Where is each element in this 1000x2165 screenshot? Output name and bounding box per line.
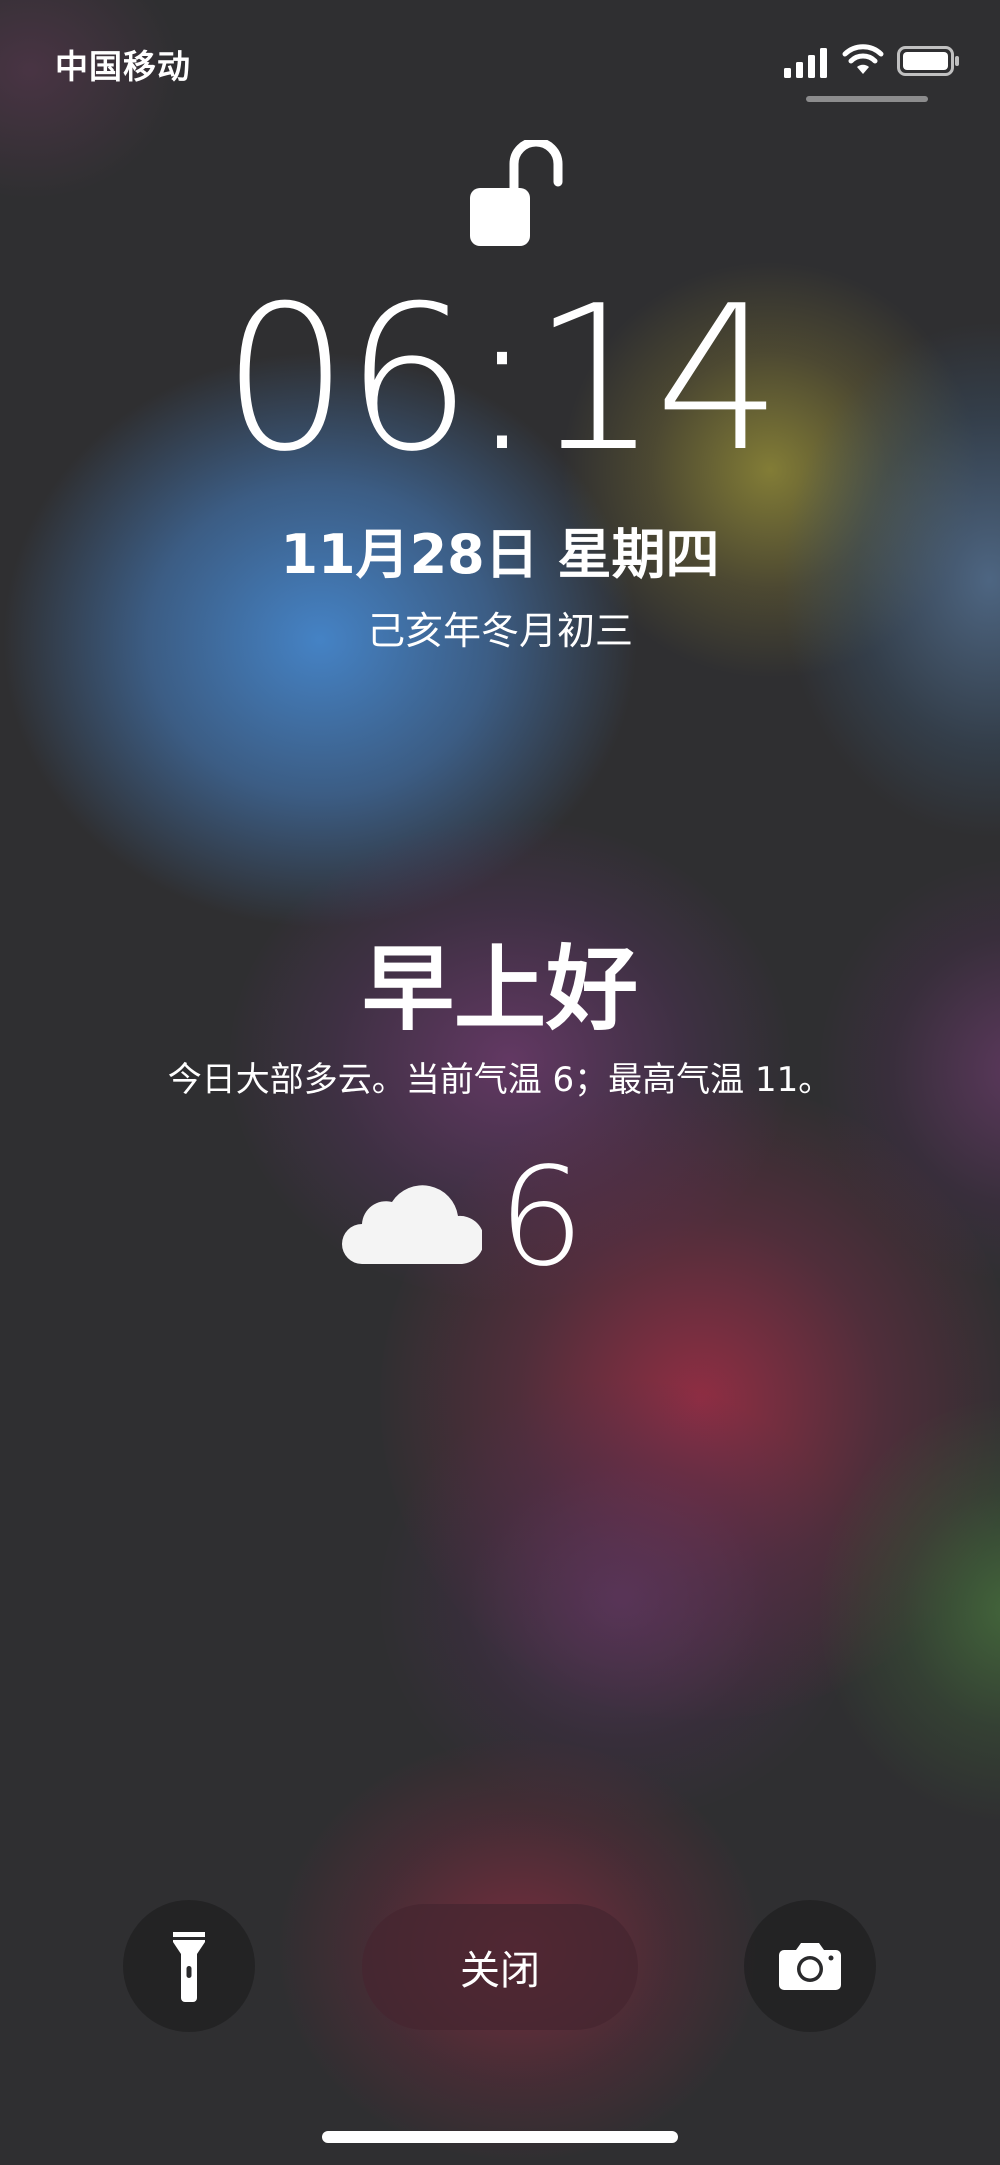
- wifi-icon: [842, 44, 884, 74]
- weather-greeting: 早上好: [361, 936, 638, 1043]
- close-button[interactable]: 关闭: [362, 1904, 638, 2030]
- current-temperature: 6: [498, 1139, 585, 1297]
- unlocked-padlock-icon: [470, 140, 563, 246]
- flashlight-icon: [173, 1932, 205, 2002]
- carrier-name: 中国移动: [55, 47, 191, 86]
- lock-screen: 中国移动 06:14 11月28日 星期四 己亥年冬月初三 早上好 今日大部多云…: [0, 0, 1000, 2165]
- camera-icon: [779, 1943, 841, 1990]
- camera-button[interactable]: [744, 1900, 876, 2032]
- lock-screen-time: 06:14: [221, 263, 782, 496]
- lunar-date: 己亥年冬月初三: [366, 609, 633, 653]
- weather-forecast: 今日大部多云。当前气温 6；最高气温 11。: [167, 1060, 833, 1100]
- status-indicator-line: [806, 96, 928, 102]
- home-indicator[interactable]: [322, 2131, 678, 2143]
- status-bar: 中国移动: [0, 0, 1000, 110]
- current-weather: 6: [340, 1150, 660, 1300]
- cellular-signal-icon: [784, 48, 827, 78]
- flashlight-button[interactable]: [123, 1900, 255, 2032]
- battery-icon: [897, 46, 959, 76]
- lock-screen-date: 11月28日 星期四: [280, 523, 720, 586]
- cloud-icon: [342, 1185, 482, 1264]
